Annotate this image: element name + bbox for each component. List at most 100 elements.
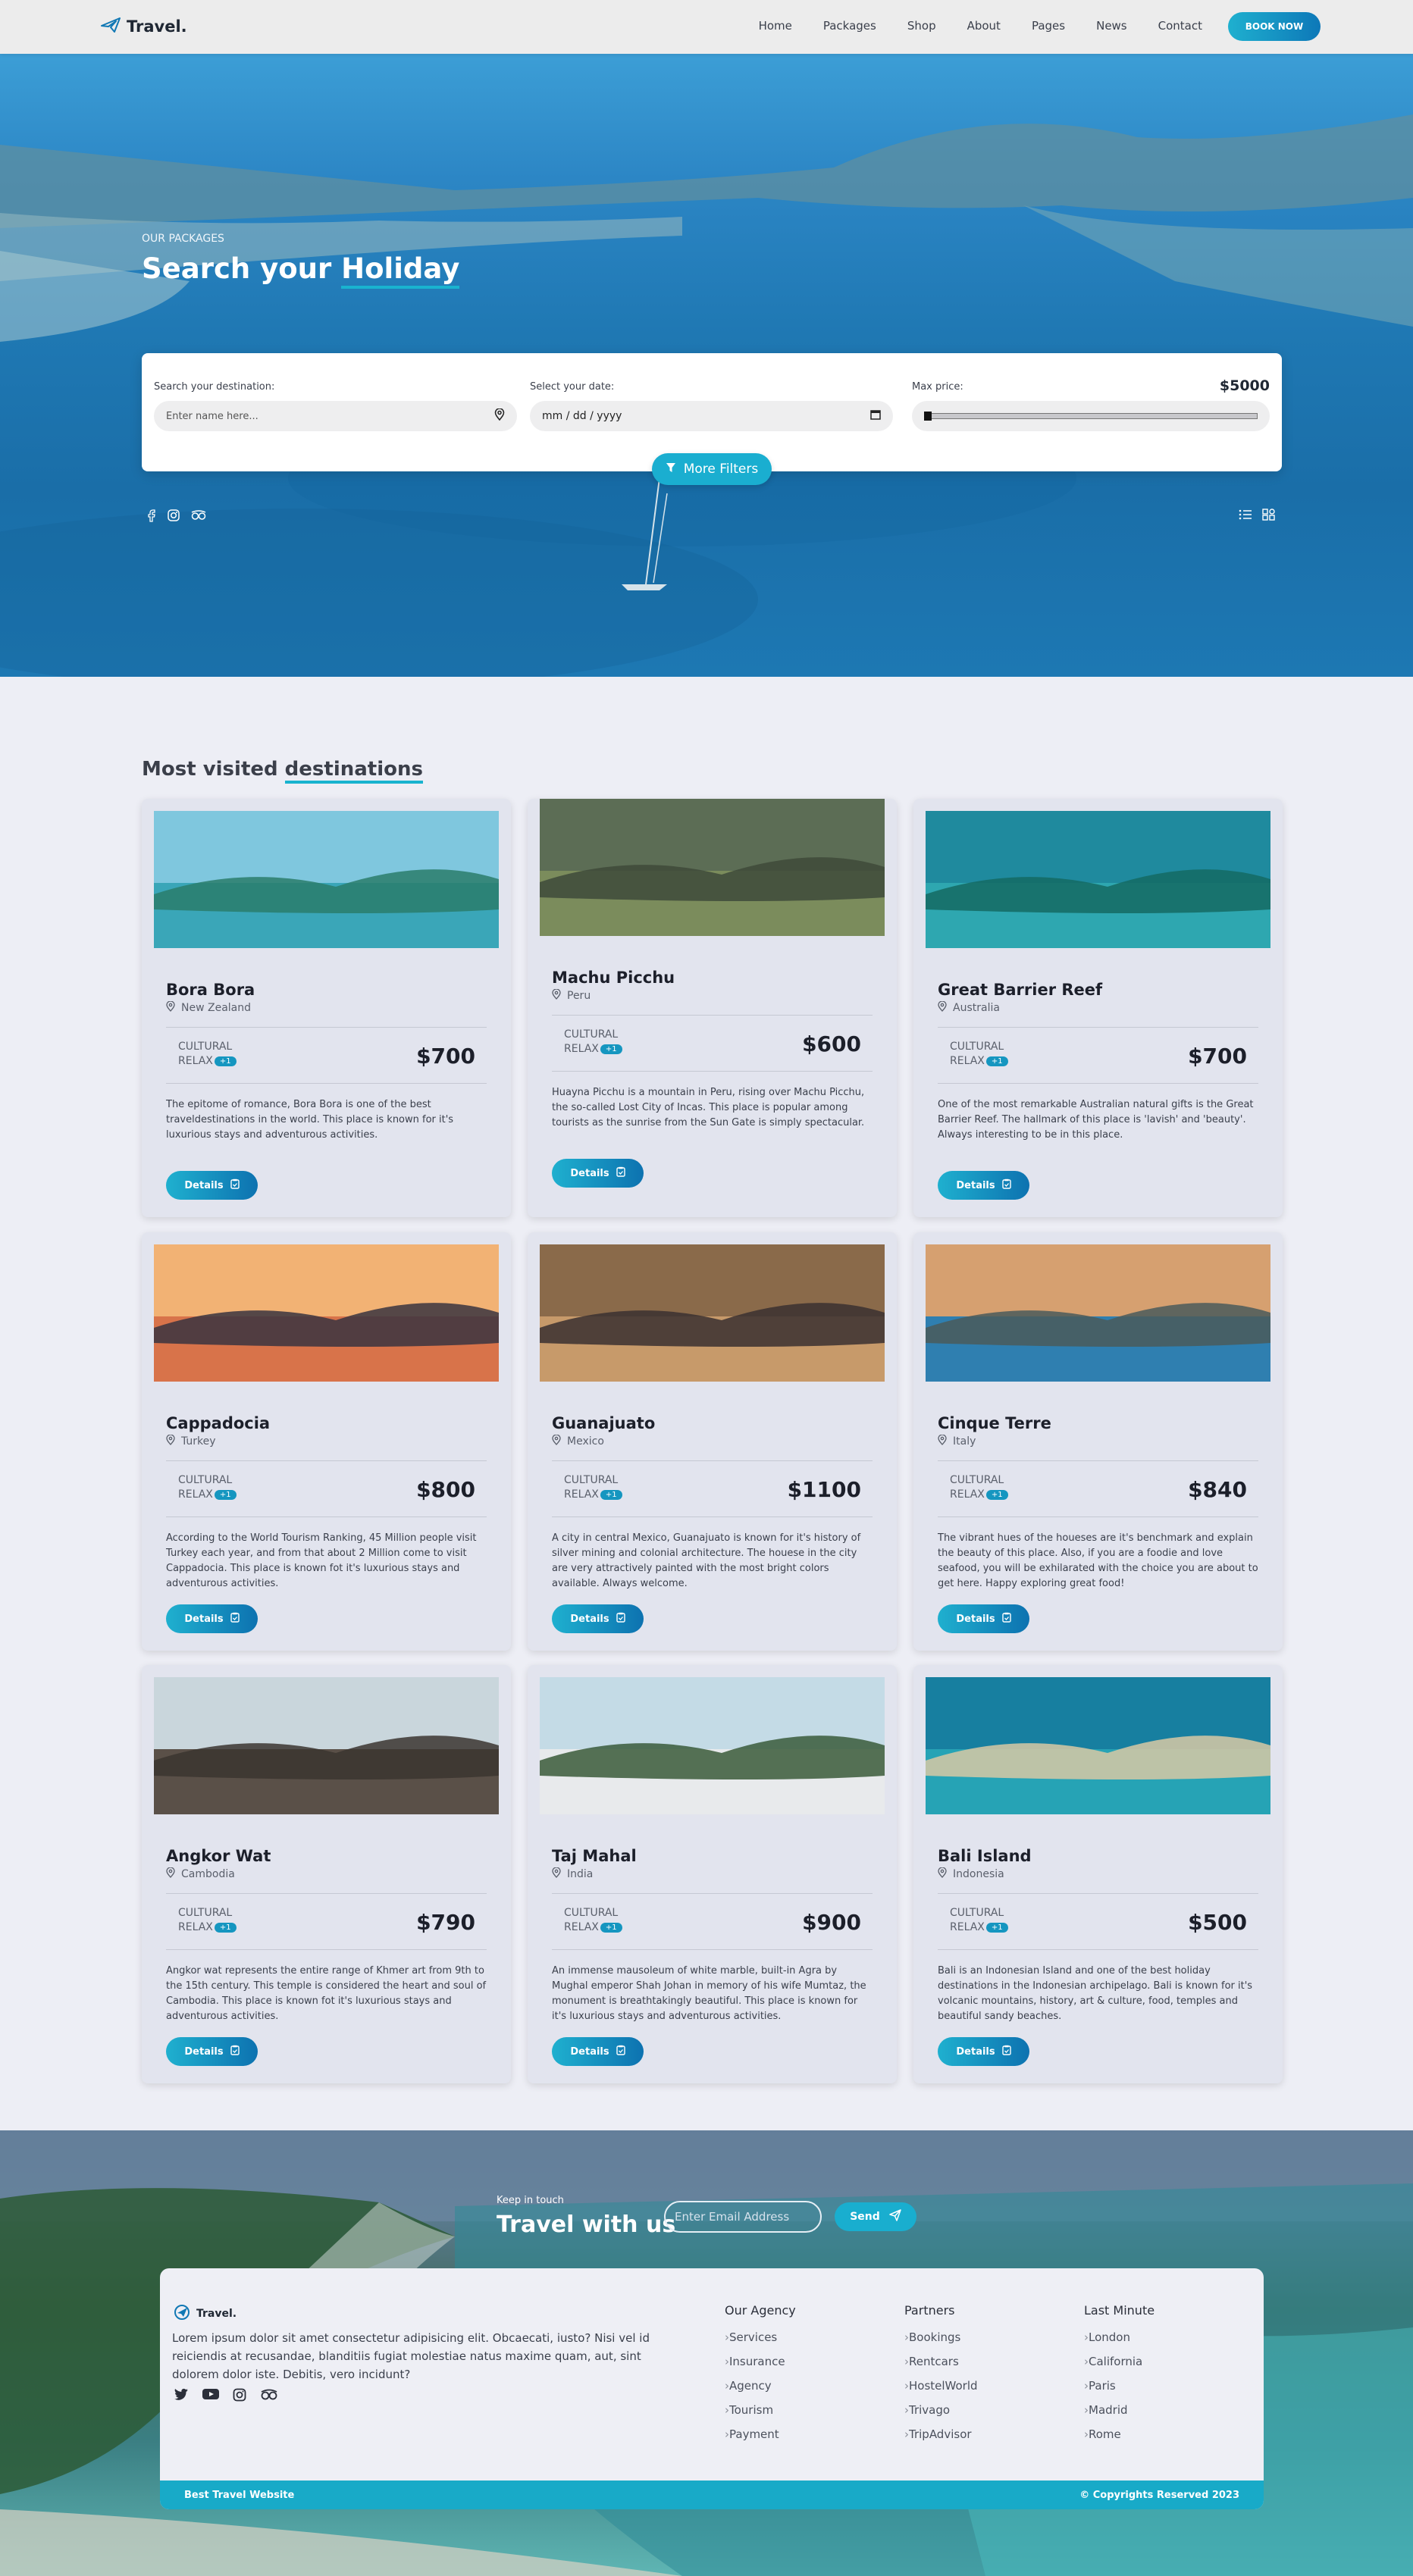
tag-relax-label: RELAX	[178, 1921, 213, 1933]
details-button[interactable]: Details	[552, 1159, 644, 1188]
destination-photo	[154, 811, 499, 948]
divider	[552, 1516, 873, 1517]
destination-price: $700	[416, 1044, 475, 1069]
tripadvisor-footer-icon[interactable]	[260, 2388, 278, 2405]
nav-news[interactable]: News	[1096, 19, 1127, 33]
footer-link[interactable]: London	[1084, 2330, 1155, 2344]
footer-link[interactable]: Rome	[1084, 2427, 1155, 2441]
destination-location: New Zealand	[166, 1000, 251, 1015]
nav-packages[interactable]: Packages	[823, 19, 876, 33]
details-label: Details	[956, 1179, 995, 1191]
tripadvisor-icon[interactable]	[190, 509, 207, 525]
location-pin-icon	[552, 988, 561, 1003]
date-input[interactable]: mm / dd / yyyy	[530, 401, 893, 431]
destination-location: Cambodia	[166, 1867, 235, 1881]
destination-photo	[540, 799, 885, 936]
extra-tags-badge: +1	[600, 1489, 622, 1500]
details-button[interactable]: Details	[166, 1171, 258, 1200]
grid-view-icon[interactable]	[1262, 509, 1276, 524]
destination-country: Peru	[567, 990, 591, 1002]
top-navbar: Travel. Home Packages Shop About Pages N…	[0, 0, 1413, 54]
nav-shop[interactable]: Shop	[907, 19, 936, 33]
footer-link[interactable]: Agency	[725, 2379, 796, 2393]
footer-link[interactable]: Services	[725, 2330, 796, 2344]
footer-link[interactable]: Bookings	[904, 2330, 978, 2344]
twitter-icon[interactable]	[174, 2388, 189, 2405]
extra-tags-badge: +1	[214, 1056, 237, 1066]
details-button[interactable]: Details	[938, 2037, 1029, 2066]
footer-brand[interactable]: Travel.	[174, 2304, 237, 2324]
details-button[interactable]: Details	[938, 1171, 1029, 1200]
destination-description: Angkor wat represents the entire range o…	[166, 1965, 487, 2022]
divider	[938, 1460, 1258, 1461]
destination-name: Bali Island	[938, 1847, 1032, 1865]
footer-link[interactable]: Madrid	[1084, 2403, 1155, 2417]
footer-column-partners: Partners Bookings Rentcars HostelWorld T…	[904, 2303, 978, 2452]
nav-pages[interactable]: Pages	[1032, 19, 1065, 33]
instagram-icon[interactable]	[167, 509, 180, 525]
footer-link[interactable]: Insurance	[725, 2355, 796, 2368]
destination-country: Turkey	[181, 1435, 216, 1448]
more-filters-button[interactable]: More Filters	[652, 453, 772, 485]
divider	[938, 1516, 1258, 1517]
destination-description: The vibrant hues of the houeses are it's…	[938, 1532, 1258, 1589]
footer-column-title: Our Agency	[725, 2303, 796, 2318]
tag-cultural: CULTURAL	[950, 1907, 1004, 1919]
divider	[166, 1949, 487, 1950]
details-button[interactable]: Details	[552, 1604, 644, 1633]
footer-link[interactable]: California	[1084, 2355, 1155, 2368]
destination-name: Cappadocia	[166, 1414, 271, 1432]
brand-logo[interactable]: Travel.	[101, 17, 187, 36]
hero-title: Search your Holiday	[142, 252, 460, 289]
destinations-heading: Most visited destinations	[142, 758, 423, 784]
footer-link[interactable]: Rentcars	[904, 2355, 978, 2368]
nav-about[interactable]: About	[967, 19, 1001, 33]
footer-link[interactable]: Trivago	[904, 2403, 978, 2417]
instagram-footer-icon[interactable]	[233, 2388, 246, 2405]
details-button[interactable]: Details	[166, 1604, 258, 1633]
clipboard-icon	[1001, 1178, 1011, 1192]
extra-tags-badge: +1	[214, 1489, 237, 1500]
footer-link[interactable]: Tourism	[725, 2403, 796, 2417]
location-pin-icon	[166, 1867, 175, 1881]
price-slider[interactable]	[912, 401, 1270, 431]
tag-relax: RELAX +1	[564, 1921, 622, 1933]
footer-link[interactable]: Payment	[725, 2427, 796, 2441]
destination-card: Taj Mahal India CULTURAL RELAX +1 $900 A…	[528, 1665, 897, 2083]
footer-link[interactable]: HostelWorld	[904, 2379, 978, 2393]
destination-country: Italy	[953, 1435, 976, 1448]
nav-contact[interactable]: Contact	[1158, 19, 1202, 33]
destination-photo	[154, 1244, 499, 1382]
divider	[166, 1083, 487, 1084]
extra-tags-badge: +1	[985, 1922, 1008, 1933]
details-label: Details	[570, 1167, 609, 1179]
newsletter-email-input[interactable]	[664, 2201, 822, 2233]
details-button[interactable]: Details	[552, 2037, 644, 2066]
airplane-icon	[101, 17, 121, 36]
nav-home[interactable]: Home	[759, 19, 792, 33]
divider	[552, 1460, 873, 1461]
destination-photo	[926, 811, 1270, 948]
facebook-icon[interactable]	[146, 509, 157, 525]
youtube-icon[interactable]	[202, 2388, 219, 2405]
newsletter-send-button[interactable]: Send	[835, 2202, 916, 2231]
footer-link[interactable]: TripAdvisor	[904, 2427, 978, 2441]
divider	[938, 1083, 1258, 1084]
destination-name: Angkor Wat	[166, 1847, 271, 1865]
footer-column-last-minute: Last Minute London California Paris Madr…	[1084, 2303, 1155, 2452]
details-button[interactable]: Details	[938, 1604, 1029, 1633]
price-slider-thumb[interactable]	[924, 412, 932, 421]
hero-title-highlight: Holiday	[341, 252, 460, 289]
clipboard-icon	[1001, 2045, 1011, 2058]
location-pin-icon	[552, 1434, 561, 1448]
send-label: Send	[850, 2211, 880, 2223]
book-now-button[interactable]: BOOK NOW	[1228, 12, 1321, 41]
destination-input[interactable]: Enter name here...	[154, 401, 517, 431]
list-view-icon[interactable]	[1239, 509, 1252, 524]
clipboard-icon	[230, 2045, 240, 2058]
price-slider-track	[924, 413, 1258, 419]
footer-link[interactable]: Paris	[1084, 2379, 1155, 2393]
details-button[interactable]: Details	[166, 2037, 258, 2066]
nav-links: Home Packages Shop About Pages News Cont…	[759, 19, 1202, 33]
clipboard-icon	[1001, 1612, 1011, 1626]
